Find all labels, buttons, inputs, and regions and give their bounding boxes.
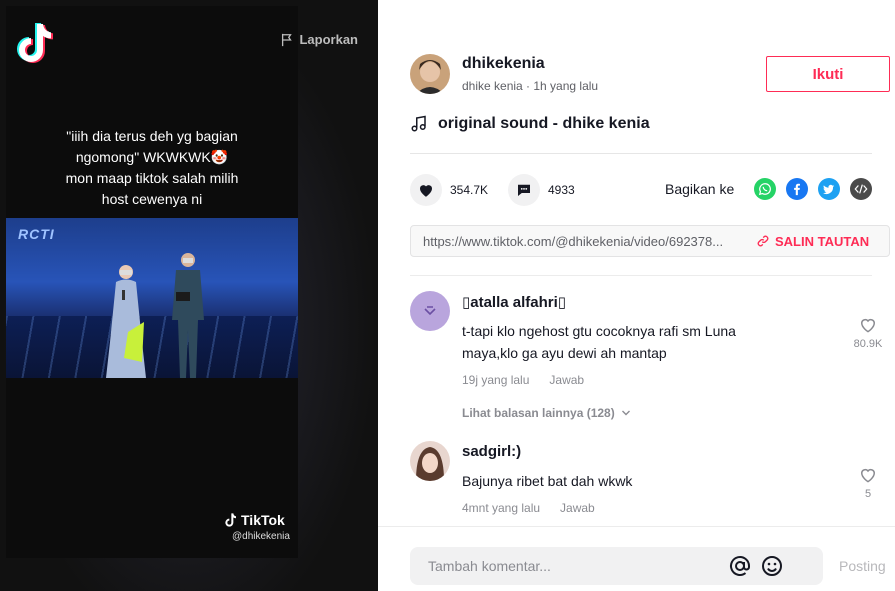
divider <box>410 153 872 154</box>
comment-stat[interactable]: 4933 <box>508 174 575 206</box>
divider <box>378 526 895 527</box>
author-avatar[interactable] <box>410 54 450 94</box>
music-note-icon <box>411 115 426 132</box>
comment-like-button[interactable]: 5 <box>848 465 888 500</box>
emoji-icon[interactable] <box>760 554 784 578</box>
twitter-icon[interactable] <box>818 178 840 200</box>
comment-bubble-icon <box>518 184 530 196</box>
commenter-avatar[interactable] <box>410 291 450 331</box>
report-label: Laporkan <box>299 32 358 47</box>
stage-floor <box>6 316 298 378</box>
tiktok-logo-icon <box>225 513 236 527</box>
follow-button[interactable]: Ikuti <box>766 56 890 92</box>
embed-icon[interactable] <box>850 178 872 200</box>
whatsapp-icon[interactable] <box>754 178 776 200</box>
comment-text: t-tapi klo ngehost gtu cocoknya rafi sm … <box>462 323 736 361</box>
avatar-image <box>410 54 450 94</box>
comment-time: 4mnt yang lalu <box>462 501 541 515</box>
commenter-name[interactable]: ▯atalla alfahri▯ <box>462 293 566 311</box>
copy-link-button[interactable]: SALIN TAUTAN <box>745 234 869 249</box>
comment-time: 19j yang lalu <box>462 373 530 387</box>
like-count: 354.7K <box>450 183 489 197</box>
heart-icon <box>420 185 432 197</box>
avatar-image <box>410 441 450 481</box>
divider <box>410 275 872 276</box>
video-caption: "iiih dia terus deh yg bagian ngomong" W… <box>6 126 298 210</box>
more-replies-label: Lihat balasan lainnya (128) <box>462 406 615 420</box>
video-panel[interactable]: "iiih dia terus deh yg bagian ngomong" W… <box>0 0 378 591</box>
comment-meta: 19j yang lalu Jawab <box>462 373 584 387</box>
comment-like-button[interactable]: 80.9K <box>848 315 888 350</box>
share-label: Bagikan ke <box>665 181 735 197</box>
share-url[interactable]: https://www.tiktok.com/@dhikekenia/video… <box>411 234 745 249</box>
commenter-avatar[interactable] <box>410 441 450 481</box>
stage-scene: RCTI <box>6 218 298 378</box>
tiktok-watermark: TikTok @dhikekenia <box>222 512 290 542</box>
comment-text: Bajunya ribet bat dah wkwk <box>462 473 633 489</box>
copy-link-label: SALIN TAUTAN <box>775 233 870 249</box>
comment-input[interactable] <box>410 558 720 574</box>
comment-count: 4933 <box>548 183 575 197</box>
facebook-icon[interactable] <box>786 178 808 200</box>
reply-button[interactable]: Jawab <box>560 501 595 515</box>
comment-button[interactable] <box>508 174 540 206</box>
tiktok-video-page: "iiih dia terus deh yg bagian ngomong" W… <box>0 0 895 591</box>
tiktok-logo-icon[interactable] <box>14 20 54 64</box>
like-button[interactable] <box>410 174 442 206</box>
details-panel: dhikekenia dhike kenia · 1h yang lalu Ik… <box>378 0 895 591</box>
host-man-figure <box>172 253 204 378</box>
watermark-brand: TikTok <box>241 512 285 528</box>
comment-meta: 4mnt yang lalu Jawab <box>462 501 595 515</box>
caption-line: "iiih dia terus deh yg bagian <box>66 128 238 144</box>
caption-line: ngomong" WKWKWK🤡 <box>75 149 229 165</box>
comment-like-count: 5 <box>864 488 872 500</box>
channel-logo: RCTI <box>18 226 55 242</box>
share-link-box[interactable]: https://www.tiktok.com/@dhikekenia/video… <box>410 225 890 257</box>
watermark-handle: @dhikekenia <box>232 531 290 542</box>
avatar-image <box>410 291 450 331</box>
like-stat[interactable]: 354.7K <box>410 174 488 206</box>
post-button[interactable]: Posting <box>839 558 886 574</box>
heart-outline-icon <box>860 468 876 483</box>
heart-outline-icon <box>860 318 876 333</box>
link-icon <box>757 235 769 247</box>
comment-item: ▯atalla alfahri▯ t-tapi klo ngehost gtu … <box>410 291 890 431</box>
mention-icon[interactable] <box>728 554 752 578</box>
chevron-down-icon <box>621 410 630 416</box>
sound-title: original sound - dhike kenia <box>438 115 650 132</box>
author-subline: dhike kenia · 1h yang lalu <box>462 79 599 93</box>
caption-line: host cewenya ni <box>101 191 203 207</box>
comment-like-count: 80.9K <box>853 338 883 350</box>
comment-item: sadgirl:) Bajunya ribet bat dah wkwk 4mn… <box>410 441 890 521</box>
author-username[interactable]: dhikekenia <box>462 55 545 73</box>
reply-button[interactable]: Jawab <box>549 373 584 387</box>
comment-composer[interactable] <box>410 547 823 585</box>
view-more-replies[interactable]: Lihat balasan lainnya (128) <box>462 406 631 420</box>
flag-icon <box>282 33 293 46</box>
host-woman-figure <box>106 265 146 378</box>
report-button[interactable]: Laporkan <box>280 32 358 47</box>
sound-link[interactable]: original sound - dhike kenia <box>410 115 650 133</box>
caption-line: mon maap tiktok salah milih <box>65 170 239 186</box>
video-frame[interactable]: "iiih dia terus deh yg bagian ngomong" W… <box>6 6 298 558</box>
commenter-name[interactable]: sadgirl:) <box>462 443 521 460</box>
